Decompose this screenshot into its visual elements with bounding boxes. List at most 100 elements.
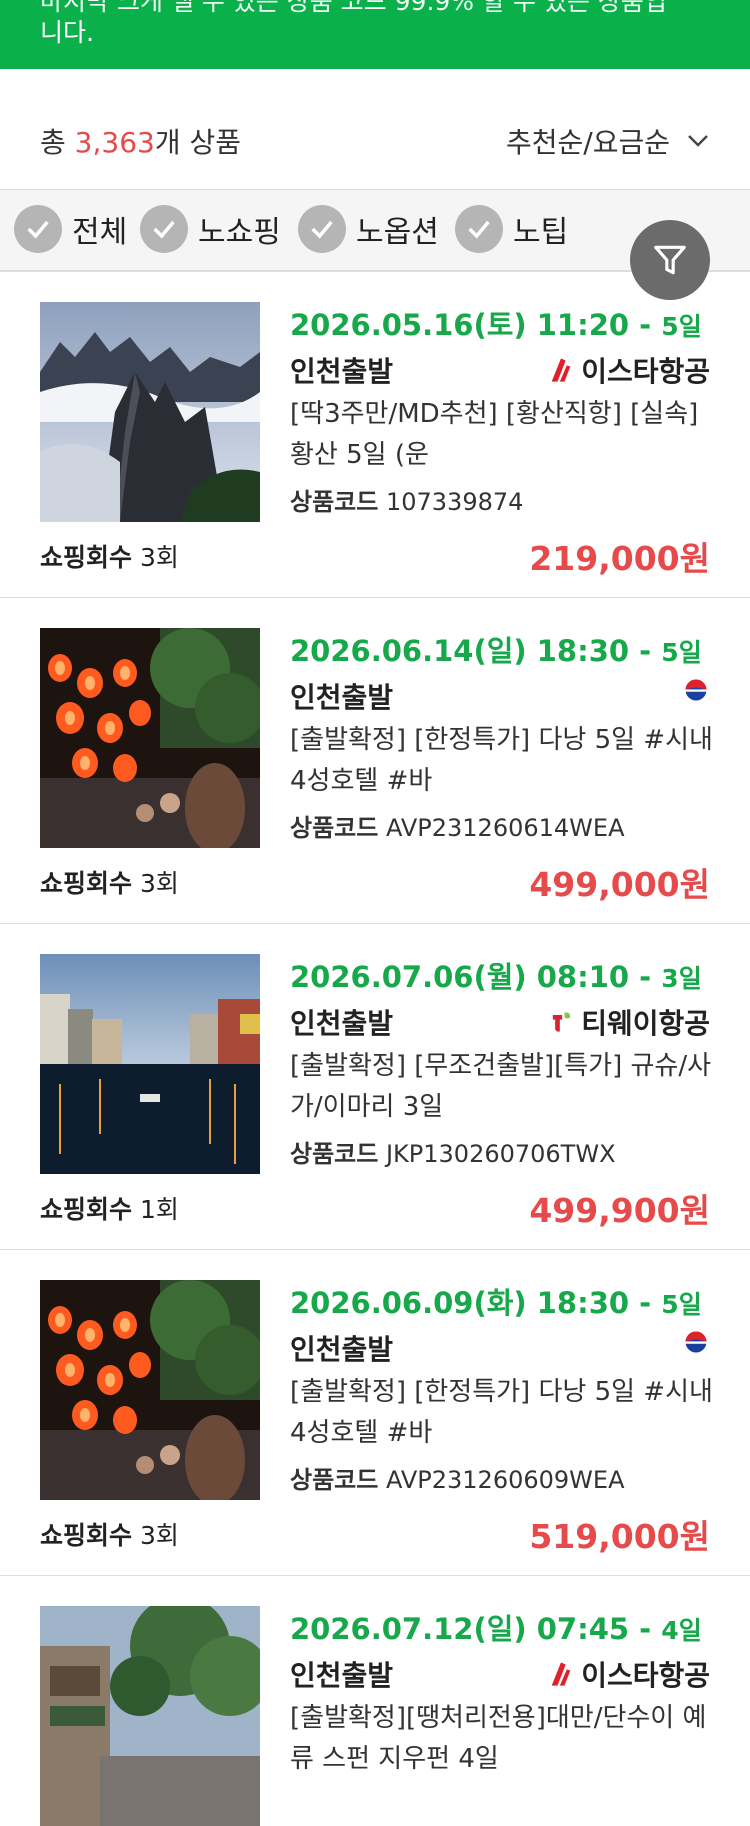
- airline: 이스타항공: [547, 350, 710, 390]
- departure-city: 인천출발: [290, 355, 394, 388]
- product-price: 499,000원: [529, 865, 710, 904]
- filter-button[interactable]: [630, 220, 710, 300]
- product-title[interactable]: [출발확정] [한정특가] 다낭 5일 #시내 4성호텔 #바: [290, 720, 715, 802]
- product-code-value: AVP231260614WEA: [385, 814, 625, 842]
- trip-days: 5일: [661, 638, 702, 667]
- product-thumbnail-mountain: [40, 302, 260, 522]
- trip-days: 5일: [661, 312, 702, 341]
- product-code: 상품코드 107339874: [290, 482, 523, 517]
- departure-datetime: 2026.06.09(화) 18:30 -: [290, 1286, 662, 1320]
- departure-city: 인천출발: [290, 1007, 394, 1040]
- trip-days: 5일: [661, 1290, 702, 1319]
- canal-image: [40, 954, 260, 1174]
- shopping-count-value: 3회: [139, 1521, 179, 1550]
- product-thumbnail-street: [40, 1606, 260, 1826]
- product-title[interactable]: [출발확정] [무조건출발][특가] 규슈/사가/이마리 3일: [290, 1046, 715, 1128]
- lanterns-image: [40, 628, 260, 848]
- count-prefix: 총: [40, 126, 75, 159]
- product-price: 219,000원: [529, 539, 710, 578]
- departure-date: 2026.06.09(화) 18:30 - 5일: [290, 1280, 702, 1322]
- departure-datetime: 2026.06.14(일) 18:30 -: [290, 634, 662, 668]
- product-title[interactable]: [출발확정][땡처리전용]대만/단수이 예류 스펀 지우펀 4일: [290, 1698, 715, 1780]
- shopping-count: 쇼핑회수 3회: [40, 1516, 179, 1552]
- product-card[interactable]: 쇼핑회수 3회 2026.06.14(일) 18:30 - 5일 인천출발 [출…: [0, 598, 750, 925]
- check-icon: [298, 205, 346, 253]
- chevron-down-icon: [688, 135, 708, 147]
- filter-chip-all[interactable]: 전체: [14, 205, 127, 253]
- airline: 이스타항공: [547, 1654, 710, 1694]
- airline-name: 티웨이항공: [581, 1007, 710, 1040]
- shopping-count-label: 쇼핑회수: [40, 869, 133, 898]
- banner-text-line1: 마지막 크게 낼 수 있는 상품 코드 99.9% 할 수 있는 상품입: [40, 0, 667, 16]
- departure-datetime: 2026.07.06(월) 08:10 -: [290, 960, 662, 994]
- product-code: 상품코드 JKP130260706TWX: [290, 1134, 616, 1169]
- shopping-count-value: 3회: [139, 543, 179, 572]
- airline-name: 이스타항공: [581, 1659, 710, 1692]
- product-thumbnail-canal: [40, 954, 260, 1174]
- shopping-count-value: 1회: [139, 1195, 179, 1224]
- product-title[interactable]: [출발확정] [한정특가] 다낭 5일 #시내 4성호텔 #바: [290, 1372, 715, 1454]
- filter-icon: [654, 245, 686, 275]
- product-card[interactable]: 쇼핑회수 3회 2026.05.16(토) 11:20 - 5일 인천출발 이스…: [0, 272, 750, 599]
- trip-days: 4일: [661, 1616, 702, 1645]
- lanterns-image: [40, 1280, 260, 1500]
- shopping-count: 쇼핑회수 3회: [40, 538, 179, 574]
- product-card[interactable]: 2026.07.12(일) 07:45 - 4일 인천출발 이스타항공 [출발확…: [0, 1576, 750, 1826]
- product-code: 상품코드 AVP231260609WEA: [290, 1460, 624, 1495]
- airline: 티웨이항공: [547, 1002, 710, 1042]
- sort-label: 추천순/요금순: [506, 126, 670, 159]
- product-count: 총 3,363개 상품: [40, 121, 241, 161]
- filter-chip-no-tip[interactable]: 노팁: [455, 205, 568, 253]
- product-code-label: 상품코드: [290, 1140, 379, 1168]
- product-thumbnail-lanterns: [40, 628, 260, 848]
- banner-text-line2: 니다.: [40, 18, 94, 47]
- filter-chip-no-option[interactable]: 노옵션: [298, 205, 439, 253]
- sort-dropdown[interactable]: 추천순/요금순: [506, 121, 710, 161]
- product-code-value: JKP130260706TWX: [385, 1140, 616, 1168]
- shopping-count-label: 쇼핑회수: [40, 543, 133, 572]
- departure-date: 2026.07.06(월) 08:10 - 3일: [290, 954, 702, 996]
- product-code-value: 107339874: [385, 488, 524, 516]
- korean-air-logo-icon: [685, 679, 707, 701]
- filter-chip-no-shopping[interactable]: 노쇼핑: [140, 205, 281, 253]
- product-code: 상품코드 AVP231260614WEA: [290, 808, 624, 843]
- shopping-count-value: 3회: [139, 869, 179, 898]
- filter-chip-label: 노쇼핑: [198, 215, 281, 250]
- departure-city: 인천출발: [290, 681, 394, 714]
- filter-chip-label: 전체: [72, 215, 128, 250]
- eastar-logo-icon: [551, 358, 571, 382]
- check-icon: [455, 205, 503, 253]
- departure-city: 인천출발: [290, 1659, 394, 1692]
- result-summary-bar: 총 3,363개 상품 추천순/요금순: [0, 69, 750, 190]
- street-image: [40, 1606, 260, 1826]
- filter-chip-label: 노팁: [513, 215, 569, 250]
- check-icon: [14, 205, 62, 253]
- count-suffix: 개 상품: [154, 126, 242, 159]
- departure-date: 2026.05.16(토) 11:20 - 5일: [290, 302, 702, 344]
- trip-days: 3일: [661, 964, 702, 993]
- product-price: 519,000원: [529, 1517, 710, 1556]
- product-code-label: 상품코드: [290, 1466, 379, 1494]
- product-title[interactable]: [딱3주만/MD추천] [황산직항] [실속] 황산 5일 (운: [290, 394, 715, 476]
- product-price: 499,900원: [529, 1191, 710, 1230]
- airline: [682, 676, 710, 704]
- product-thumbnail-lanterns: [40, 1280, 260, 1500]
- product-code-label: 상품코드: [290, 488, 379, 516]
- korean-air-logo-icon: [685, 1331, 707, 1353]
- count-number: 3,363: [74, 126, 155, 159]
- shopping-count-label: 쇼핑회수: [40, 1521, 133, 1550]
- product-card[interactable]: 쇼핑회수 1회 2026.07.06(월) 08:10 - 3일 인천출발 티웨…: [0, 924, 750, 1251]
- product-card[interactable]: 쇼핑회수 3회 2026.06.09(화) 18:30 - 5일 인천출발 [출…: [0, 1250, 750, 1577]
- departure-datetime: 2026.05.16(토) 11:20 -: [290, 308, 662, 342]
- notice-banner: 마지막 크게 낼 수 있는 상품 코드 99.9% 할 수 있는 상품입 니다.: [0, 0, 750, 69]
- shopping-count: 쇼핑회수 3회: [40, 864, 179, 900]
- product-code-label: 상품코드: [290, 814, 379, 842]
- departure-datetime: 2026.07.12(일) 07:45 -: [290, 1612, 662, 1646]
- product-code-value: AVP231260609WEA: [385, 1466, 625, 1494]
- airline: [682, 1328, 710, 1356]
- check-icon: [140, 205, 188, 253]
- shopping-count-label: 쇼핑회수: [40, 1195, 133, 1224]
- departure-date: 2026.06.14(일) 18:30 - 5일: [290, 628, 702, 670]
- shopping-count: 쇼핑회수 1회: [40, 1190, 179, 1226]
- airline-name: 이스타항공: [581, 355, 710, 388]
